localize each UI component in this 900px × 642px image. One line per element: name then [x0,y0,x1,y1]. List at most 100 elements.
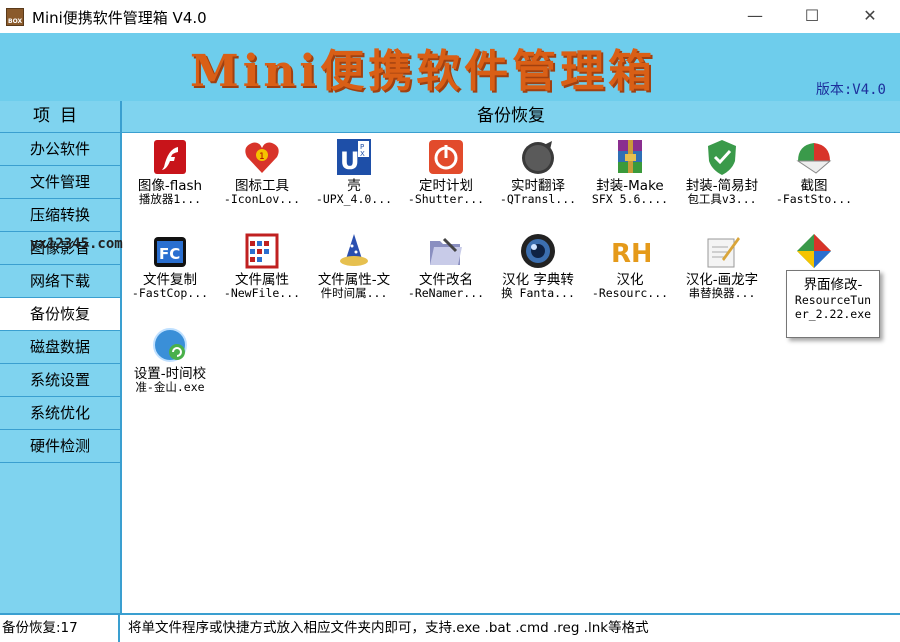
app-tile-timesync[interactable]: 设置-时间校 准-金山.exe [124,321,216,413]
app-tile-label: 文件属性-文 [317,272,391,288]
app-tile-sublabel: -QTransl... [499,192,577,206]
app-tile-flash[interactable]: 图像-flash 播放器1... [124,133,216,225]
app-tile-sublabel: -ReNamer... [407,286,485,300]
maximize-button[interactable]: ☐ [792,4,832,28]
app-tile-sublabel: 播放器1... [138,192,202,206]
calendar-icon [242,231,282,271]
app-tile-label: 文件属性 [235,272,289,288]
app-tile-sublabel: -FastSto... [775,192,853,206]
translate-icon [518,137,558,177]
app-tile-label: 封装-简易封 [685,178,759,194]
app-tile-label: 封装-Make [596,178,664,194]
app-tile-qtranslate[interactable]: 实时翻译 -QTransl... [492,133,584,225]
app-tile-label: 文件复制 [143,272,197,288]
tooltip-line-3: er_2.22.exe [794,307,872,321]
app-tile-label: 汉化 字典转 [502,272,574,288]
app-tile-sublabel: 换 Fanta... [501,286,575,300]
app-tile-label: 文件改名 [419,272,473,288]
shield-icon [702,137,742,177]
app-tile-sublabel: -Shutter... [407,192,485,206]
app-tile-label: 图像-flash [137,178,203,194]
sidebar-item-office[interactable]: 办公软件 [0,133,120,166]
app-tile-stringreplacer[interactable]: 汉化-画龙字 串替换器... [676,227,768,319]
app-tile-fastcopy[interactable]: FC 文件复制 -FastCop... [124,227,216,319]
app-icon: BOX [6,8,24,26]
minimize-button[interactable]: — [735,4,775,28]
version-label: 版本:V4.0 [815,82,886,98]
app-tile-label: 截图 [800,178,828,194]
app-tile-iconlover[interactable]: 1 图标工具 -IconLov... [216,133,308,225]
banner: Mini便携软件管理箱 版本:V4.0 [0,33,900,101]
status-bar: 备份恢复:17 将单文件程序或快捷方式放入相应文件夹内即可，支持.exe .ba… [0,613,900,642]
main-panel: 备份恢复 图像-flash 播放器1... 1 图标工具 -IconLov...… [122,101,900,613]
app-tile-sublabel: 串替换器... [688,286,756,300]
fastcopy-icon: FC [150,231,190,271]
folder-icon [426,231,466,271]
app-tile-sublabel: -IconLov... [223,192,301,206]
sidebar: 项目 办公软件 文件管理 压缩转换 图像影音 网络下载 备份恢复 磁盘数据 系统… [0,101,122,613]
status-count: 备份恢复:17 [0,615,120,642]
sidebar-item-file-manage[interactable]: 文件管理 [0,166,120,199]
globe-sync-icon [150,325,190,365]
app-tile-packer[interactable]: 封装-简易封 包工具v3... [676,133,768,225]
app-tile-sublabel: 包工具v3... [687,192,757,206]
app-tile-label: 设置-时间校 [133,366,207,382]
app-tile-label: 实时翻译 [511,178,565,194]
app-tile-label: 定时计划 [419,178,473,194]
main-header: 备份恢复 [122,101,900,133]
app-tile-resourcehacker[interactable]: RH 汉化 -Resourc... [584,227,676,319]
sidebar-item-hardware[interactable]: 硬件检测 [0,430,120,463]
app-tile-label: 图标工具 [235,178,289,194]
pen-icon [702,231,742,271]
app-tile-label: 汉化 [616,272,644,288]
window-title: Mini便携软件管理箱 V4.0 [32,9,207,27]
status-hint: 将单文件程序或快捷方式放入相应文件夹内即可，支持.exe .bat .cmd .… [128,620,649,636]
screenshot-icon [794,137,834,177]
app-tile-upx[interactable]: UPX 壳 -UPX_4.0... [308,133,400,225]
sidebar-item-backup[interactable]: 备份恢复 [0,298,120,331]
tooltip-line-1: 界面修改- [803,277,863,293]
app-tile-shutter[interactable]: 定时计划 -Shutter... [400,133,492,225]
app-tile-sublabel: -FastCop... [131,286,209,300]
flash-icon [150,137,190,177]
sidebar-item-download[interactable]: 网络下载 [0,265,120,298]
sidebar-header: 项目 [0,101,120,133]
tooltip: 界面修改- ResourceTun er_2.22.exe [786,270,880,338]
app-tile-renamer[interactable]: 文件改名 -ReNamer... [400,227,492,319]
app-tile-sublabel: 准-金山.exe [135,380,205,394]
sidebar-item-optimize[interactable]: 系统优化 [0,397,120,430]
app-tile-newfiletime[interactable]: 文件属性 -NewFile... [216,227,308,319]
power-icon [426,137,466,177]
app-tile-sublabel: SFX 5.6.... [591,192,669,206]
app-icon-text: BOX [8,18,23,25]
svg-text:RH: RH [611,239,650,269]
app-tile-faststone[interactable]: 截图 -FastSto... [768,133,860,225]
heart-icon: 1 [242,137,282,177]
app-tile-label: 壳 [347,178,361,194]
svg-text:X: X [360,150,365,158]
tooltip-line-2: ResourceTun [794,293,872,307]
rh-icon: RH [610,231,653,271]
app-tile-sublabel: -Resourc... [591,286,669,300]
app-tile-sublabel: -UPX_4.0... [315,192,393,206]
sidebar-item-compress[interactable]: 压缩转换 [0,199,120,232]
winrar-icon [610,137,650,177]
app-tile-label: 汉化-画龙字 [685,272,759,288]
sidebar-item-system-settings[interactable]: 系统设置 [0,364,120,397]
banner-title: Mini便携软件管理箱 [190,46,657,97]
svg-text:1: 1 [259,152,265,162]
title-bar: BOX Mini便携软件管理箱 V4.0 — ☐ ✕ [0,0,900,33]
lens-icon [518,231,558,271]
watermark: yx12345.com [30,236,123,252]
app-tile-fanta[interactable]: 汉化 字典转 换 Fanta... [492,227,584,319]
app-tile-sublabel: 件时间属... [320,286,388,300]
app-tile-filetime[interactable]: 文件属性-文 件时间属... [308,227,400,319]
diamond-icon [794,231,834,271]
close-button[interactable]: ✕ [850,4,890,28]
app-tile-sublabel: -NewFile... [223,286,301,300]
upx-icon: UPX [334,137,374,177]
svg-text:FC: FC [159,245,180,263]
svg-text:U: U [340,147,360,175]
app-tile-makesfx[interactable]: 封装-Make SFX 5.6.... [584,133,676,225]
sidebar-item-disk[interactable]: 磁盘数据 [0,331,120,364]
